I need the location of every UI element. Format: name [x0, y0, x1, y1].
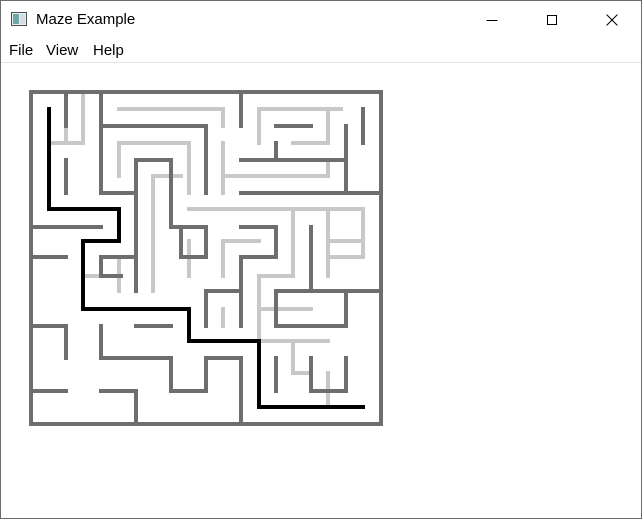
close-button[interactable] — [589, 1, 635, 38]
maximize-icon — [547, 14, 557, 25]
close-icon — [606, 13, 618, 26]
maze-canvas — [29, 90, 383, 426]
maximize-button[interactable] — [529, 1, 575, 38]
minimize-icon — [486, 19, 498, 21]
menu-file[interactable]: File — [9, 42, 33, 59]
menu-bar: File View Help — [1, 38, 641, 63]
title-bar[interactable]: Maze Example — [1, 1, 641, 38]
client-area — [1, 63, 641, 518]
app-icon — [11, 12, 27, 26]
app-window: Maze Example File View Help — [0, 0, 642, 519]
menu-view[interactable]: View — [46, 42, 78, 59]
minimize-button[interactable] — [469, 1, 515, 38]
menu-help[interactable]: Help — [93, 42, 124, 59]
window-title: Maze Example — [36, 11, 136, 28]
